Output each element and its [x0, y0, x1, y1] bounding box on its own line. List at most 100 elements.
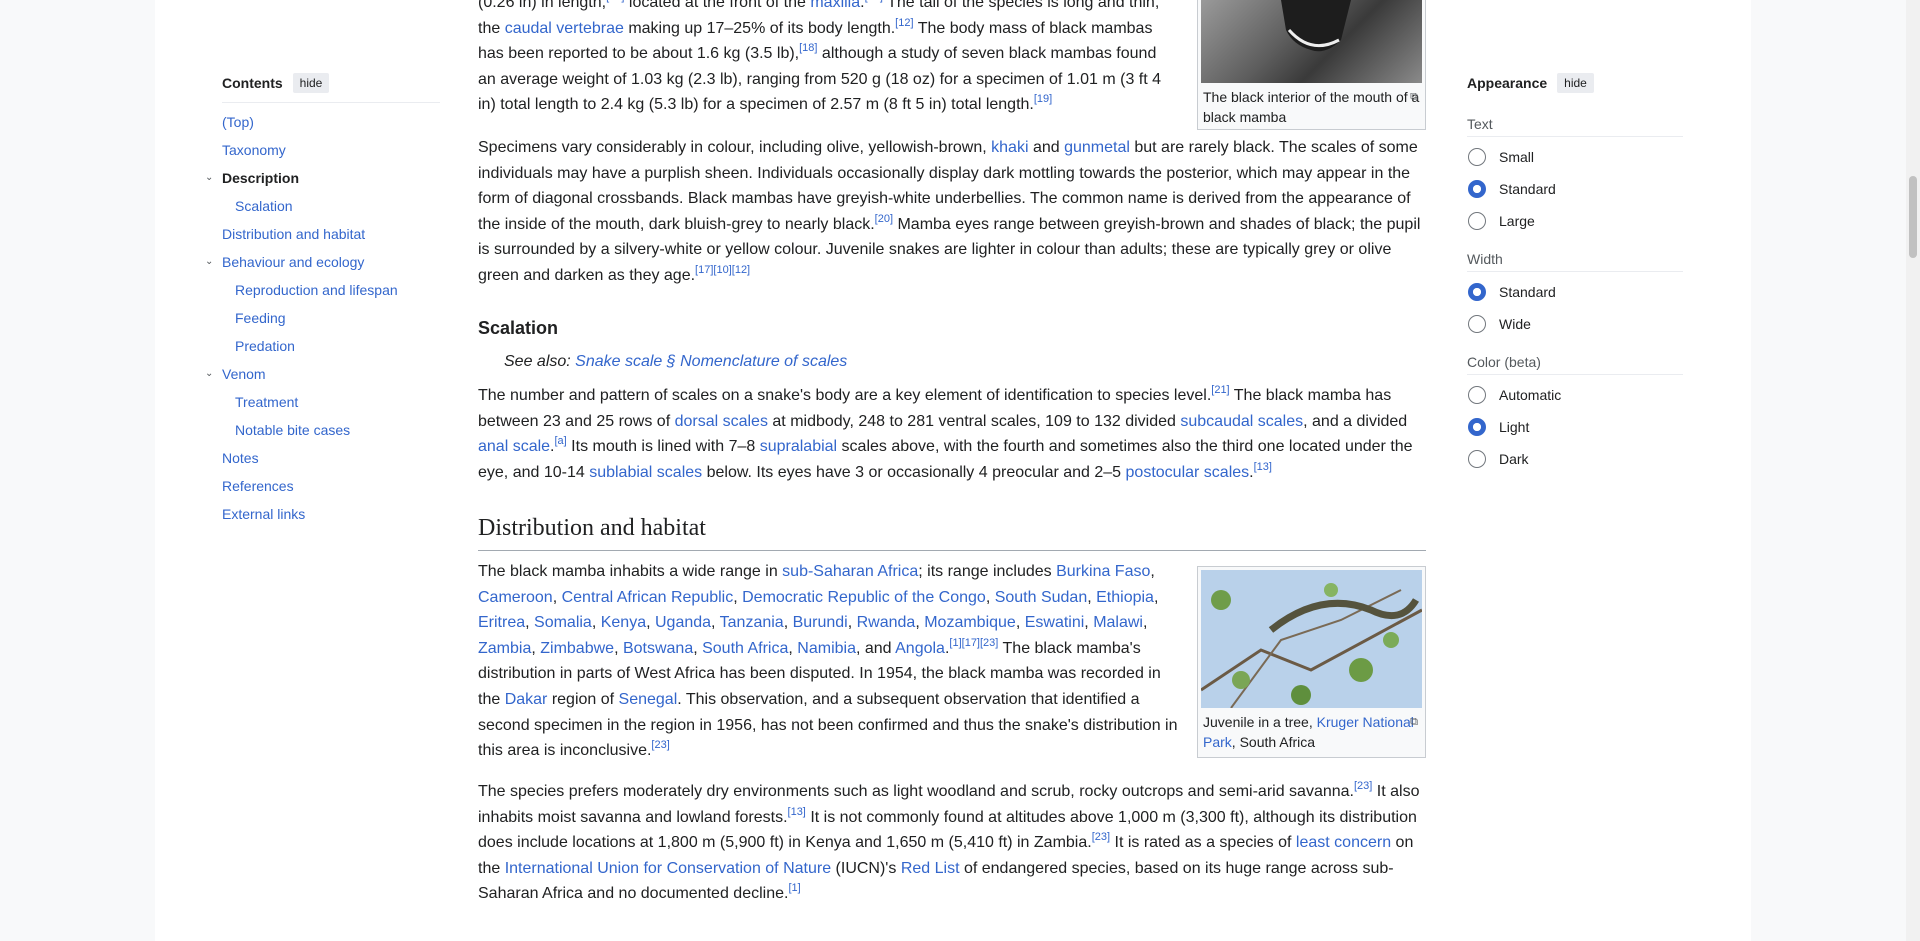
toc-item-label[interactable]: Reproduction and lifespan [235, 282, 398, 298]
radio-button[interactable] [1468, 212, 1486, 230]
wiki-link[interactable]: International Union for Conservation of … [505, 860, 831, 877]
wiki-link[interactable]: Somalia [534, 614, 592, 631]
toc-item-label[interactable]: Notes [222, 450, 259, 466]
wiki-link[interactable]: Burkina Faso [1056, 563, 1150, 580]
radio-button[interactable] [1468, 386, 1486, 404]
toc-item-label[interactable]: (Top) [222, 114, 254, 130]
chevron-down-icon[interactable]: ⌄ [205, 164, 217, 192]
wiki-link[interactable]: Namibia [797, 640, 856, 657]
toc-item[interactable]: ⌄ Venom [205, 360, 440, 388]
wiki-link[interactable]: South Sudan [995, 589, 1088, 606]
chevron-down-icon[interactable]: ⌄ [205, 360, 217, 388]
wiki-link[interactable]: Dakar [505, 691, 548, 708]
radio-button[interactable] [1468, 315, 1486, 333]
toc-item[interactable]: Notes [222, 444, 440, 472]
citation-link[interactable]: [20] [875, 213, 893, 225]
toc-item[interactable]: ⌄ Description [205, 164, 440, 192]
scrollbar-thumb[interactable] [1909, 176, 1917, 258]
toc-item-label[interactable]: Distribution and habitat [222, 226, 365, 242]
citation-link[interactable]: [23] [1092, 831, 1110, 843]
citation-link[interactable]: [1] [949, 637, 961, 649]
wiki-link[interactable]: Eswatini [1025, 614, 1085, 631]
radio-button[interactable] [1468, 283, 1486, 301]
wiki-link[interactable]: dorsal scales [675, 413, 768, 430]
appearance-hide-button[interactable]: hide [1557, 73, 1594, 93]
wiki-link[interactable]: Mozambique [924, 614, 1016, 631]
radio-button[interactable] [1468, 148, 1486, 166]
toc-item-label[interactable]: External links [222, 506, 305, 522]
mouth-image[interactable] [1201, 0, 1422, 83]
toc-item-label[interactable]: Venom [222, 366, 266, 382]
wiki-link[interactable]: supralabial [760, 438, 837, 455]
wiki-link[interactable]: caudal vertebrae [505, 20, 624, 37]
wiki-link[interactable]: Central African Republic [562, 589, 734, 606]
citation-link[interactable]: [a] [555, 435, 567, 447]
citation-link[interactable]: [23] [980, 637, 998, 649]
toc-item[interactable]: Treatment [222, 388, 440, 416]
wiki-link[interactable]: least concern [1296, 834, 1391, 851]
chevron-down-icon[interactable]: ⌄ [205, 248, 217, 276]
wiki-link[interactable]: Angola [895, 640, 945, 657]
toc-item[interactable]: References [222, 472, 440, 500]
toc-item[interactable]: ⌄ Behaviour and ecology [205, 248, 440, 276]
radio-button[interactable] [1468, 418, 1486, 436]
wiki-link[interactable]: Ethiopia [1096, 589, 1154, 606]
citation-link[interactable]: [23] [651, 739, 669, 751]
citation-link[interactable]: [17] [695, 264, 713, 276]
toc-item[interactable]: Scalation [222, 192, 440, 220]
wiki-link[interactable]: gunmetal [1064, 139, 1130, 156]
wiki-link[interactable]: Tanzania [720, 614, 784, 631]
enlarge-icon[interactable]: ⧉ [1410, 87, 1418, 107]
wiki-link[interactable]: Eritrea [478, 614, 525, 631]
toc-item[interactable]: Reproduction and lifespan [222, 276, 440, 304]
wiki-link[interactable]: Malawi [1093, 614, 1143, 631]
wiki-link[interactable]: Democratic Republic of the Congo [742, 589, 986, 606]
toc-item[interactable]: Notable bite cases [222, 416, 440, 444]
toc-item-label[interactable]: Treatment [235, 394, 298, 410]
wiki-link[interactable]: Zambia [478, 640, 531, 657]
toc-item-label[interactable]: Behaviour and ecology [222, 254, 364, 270]
wiki-link[interactable]: postocular scales [1126, 464, 1250, 481]
citation-link[interactable]: [1] [788, 882, 800, 894]
radio-button[interactable] [1468, 450, 1486, 468]
toc-item-label[interactable]: Scalation [235, 198, 293, 214]
appearance-option[interactable]: Small [1467, 141, 1683, 173]
toc-hide-button[interactable]: hide [292, 73, 330, 93]
wiki-link[interactable]: Burundi [793, 614, 848, 631]
wiki-link[interactable]: khaki [991, 139, 1028, 156]
appearance-option[interactable]: Large [1467, 205, 1683, 237]
wiki-link[interactable]: sublabial scales [589, 464, 702, 481]
toc-item[interactable]: (Top) [222, 108, 440, 136]
wiki-link[interactable]: Botswana [623, 640, 693, 657]
wiki-link[interactable]: Kenya [601, 614, 646, 631]
citation-link[interactable]: [19] [1034, 93, 1052, 105]
citation-link[interactable]: [13] [788, 806, 806, 818]
wiki-link[interactable]: South Africa [702, 640, 788, 657]
see-also-link[interactable]: Snake scale § Nomenclature of scales [575, 353, 847, 370]
citation-link[interactable]: [17] [962, 637, 980, 649]
toc-item[interactable]: Taxonomy [222, 136, 440, 164]
citation-link[interactable]: [17] [606, 0, 624, 3]
wiki-link[interactable]: Senegal [619, 691, 678, 708]
citation-link[interactable]: [18] [799, 42, 817, 54]
wiki-link[interactable]: Zimbabwe [540, 640, 614, 657]
appearance-option[interactable]: Wide [1467, 308, 1683, 340]
citation-link[interactable]: [16] [865, 0, 883, 3]
citation-link[interactable]: [12] [895, 17, 913, 29]
appearance-option[interactable]: Light [1467, 411, 1683, 443]
wiki-link[interactable]: sub-Saharan Africa [782, 563, 918, 580]
toc-item-label[interactable]: Notable bite cases [235, 422, 350, 438]
toc-item[interactable]: Feeding [222, 304, 440, 332]
radio-button[interactable] [1468, 180, 1486, 198]
wiki-link[interactable]: Rwanda [857, 614, 916, 631]
citation-link[interactable]: [10] [713, 264, 731, 276]
appearance-option[interactable]: Dark [1467, 443, 1683, 475]
citation-link[interactable]: [23] [1354, 780, 1372, 792]
wiki-link[interactable]: Cameroon [478, 589, 553, 606]
citation-link[interactable]: [21] [1211, 384, 1229, 396]
wiki-link[interactable]: Uganda [655, 614, 711, 631]
toc-item[interactable]: Distribution and habitat [222, 220, 440, 248]
scrollbar[interactable] [1906, 0, 1920, 941]
juvenile-tree-image[interactable] [1201, 570, 1422, 708]
appearance-option[interactable]: Standard [1467, 276, 1683, 308]
